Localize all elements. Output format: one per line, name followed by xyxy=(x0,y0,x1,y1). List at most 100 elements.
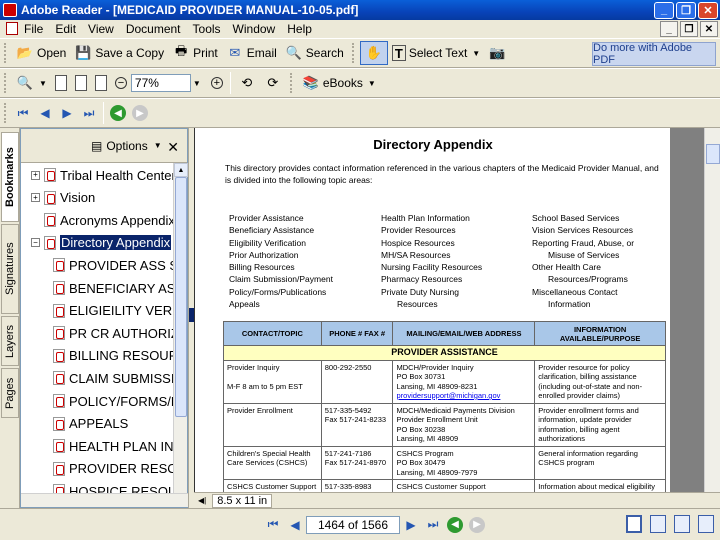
expand-icon[interactable]: + xyxy=(31,193,40,203)
bookmark-item[interactable]: PROVIDER RESC xyxy=(53,458,175,480)
bookmark-horizontal-scrollbar[interactable] xyxy=(21,493,189,507)
restore-button[interactable]: ❐ xyxy=(676,1,696,19)
toolbar-grip[interactable] xyxy=(289,73,294,93)
adobe-pdf-button[interactable]: Do more with Adobe PDF xyxy=(592,42,716,66)
topic-item: Resources xyxy=(397,299,438,310)
scrollbar-thumb[interactable] xyxy=(175,177,187,417)
rotate-left-button[interactable]: ⟲ xyxy=(234,71,260,95)
table-cell-info: General information regarding CSHCS prog… xyxy=(534,445,666,480)
bookmark-item[interactable]: BENEFICIARY AS xyxy=(53,277,175,299)
bookmark-item[interactable]: POLICY/FORMS/F xyxy=(53,390,175,412)
zoom-out-button[interactable]: − xyxy=(111,71,131,95)
close-pane-icon[interactable]: ✕ xyxy=(167,139,179,156)
document-vertical-scrollbar[interactable] xyxy=(704,128,720,492)
scroll-up-icon[interactable]: ▲ xyxy=(174,163,188,177)
previous-view-button[interactable]: ◀ xyxy=(447,516,463,533)
previous-page-button[interactable]: ◀ xyxy=(34,103,56,123)
doc-minimize-button[interactable]: _ xyxy=(660,21,678,37)
first-page-button[interactable]: ⏮ xyxy=(262,515,284,535)
zoom-in-icon: 🔍 xyxy=(16,75,34,90)
search-button[interactable]: 🔍 Search xyxy=(281,41,348,65)
last-page-button[interactable]: ⏭ xyxy=(422,515,444,535)
tab-bookmarks[interactable]: Bookmarks xyxy=(1,132,19,222)
scrollbar-thumb[interactable] xyxy=(706,144,720,164)
next-view-button[interactable]: ▶ xyxy=(469,516,485,533)
page-number-field[interactable]: 1464 of 1566 xyxy=(306,515,400,534)
bookmark-label: PROVIDER RESC xyxy=(69,461,175,477)
actual-size-button[interactable] xyxy=(51,71,71,95)
doc-restore-button[interactable]: ❐ xyxy=(680,21,698,37)
fit-page-button[interactable] xyxy=(71,71,91,95)
toolbar-grip[interactable] xyxy=(4,103,8,123)
document-icon[interactable] xyxy=(6,22,18,35)
previous-view-button[interactable]: ◀ xyxy=(110,105,126,121)
menu-document[interactable]: Document xyxy=(126,22,181,36)
zoom-in-button[interactable]: + xyxy=(207,71,227,95)
hand-tool-button[interactable]: ✋ xyxy=(359,41,388,65)
doc-close-button[interactable]: ✕ xyxy=(700,21,718,37)
print-button[interactable]: 🖶 Print xyxy=(168,41,222,65)
next-page-button[interactable]: ▶ xyxy=(400,515,422,535)
bookmark-item[interactable]: PROVIDER ASS S xyxy=(53,254,175,276)
last-page-button[interactable]: ⏭ xyxy=(78,103,100,123)
save-copy-button[interactable]: 💾 Save a Copy xyxy=(70,41,168,65)
close-button[interactable]: ✕ xyxy=(698,1,718,19)
menu-view[interactable]: View xyxy=(88,22,114,36)
toolbar-grip[interactable] xyxy=(4,43,8,63)
menu-tools[interactable]: Tools xyxy=(193,22,221,36)
expand-icon[interactable]: + xyxy=(31,170,40,180)
select-text-button[interactable]: T Select Text ▼ xyxy=(388,41,484,65)
tab-signatures[interactable]: Signatures xyxy=(1,224,19,314)
menu-file[interactable]: File xyxy=(24,22,43,36)
bookmark-item[interactable]: CLAIM SUBMISSI xyxy=(53,367,174,389)
bookmark-item[interactable]: + Vision xyxy=(31,187,95,209)
single-page-layout-icon[interactable] xyxy=(626,515,642,533)
email-link[interactable]: providersupport@michigan.gov xyxy=(396,391,500,400)
chevron-down-icon[interactable]: ▼ xyxy=(39,79,47,88)
ebooks-button[interactable]: 📚 eBooks ▼ xyxy=(298,71,380,95)
rotate-right-button[interactable]: ⟳ xyxy=(260,71,286,95)
bookmark-item[interactable]: − Directory Appendix xyxy=(31,232,172,254)
bookmark-item[interactable]: BILLING RESOUR xyxy=(53,345,175,367)
tab-layers[interactable]: Layers xyxy=(1,316,19,366)
bookmark-item[interactable]: Acronyms Appendix xyxy=(31,209,175,231)
facing-layout-icon[interactable] xyxy=(674,515,690,533)
zoom-tool-button[interactable]: 🔍 ▼ xyxy=(12,71,51,95)
toolbar-grip[interactable] xyxy=(4,73,8,93)
topic-item: Beneficiary Assistance xyxy=(229,225,315,236)
topic-item: Other Health Care xyxy=(532,262,601,273)
menu-help[interactable]: Help xyxy=(287,22,312,36)
zoom-dropdown-icon[interactable]: ▼ xyxy=(193,79,201,88)
next-page-button[interactable]: ▶ xyxy=(56,103,78,123)
collapse-icon[interactable]: − xyxy=(31,238,40,248)
table-cell-topic: Provider Inquiry M-F 8 am to 5 pm EST xyxy=(223,359,322,404)
chevron-down-icon[interactable]: ▼ xyxy=(472,49,480,58)
first-page-button[interactable]: ⏮ xyxy=(12,103,34,123)
bookmark-item[interactable]: HOSPICE RESOU xyxy=(53,480,175,493)
bookmark-item[interactable]: APPEALS xyxy=(53,413,128,435)
menu-edit[interactable]: Edit xyxy=(55,22,76,36)
options-button[interactable]: Options xyxy=(106,139,147,153)
open-button[interactable]: 📂 Open xyxy=(12,41,70,65)
bookmark-item[interactable]: PR CR AUTHORIZ xyxy=(53,322,175,344)
bookmark-item[interactable]: HEALTH PLAN INI xyxy=(53,435,175,457)
next-view-button[interactable]: ▶ xyxy=(132,105,148,121)
chevron-down-icon[interactable]: ▼ xyxy=(154,141,162,150)
bookmark-vertical-scrollbar[interactable]: ▲ ▼ xyxy=(173,163,188,507)
previous-page-button[interactable]: ◀ xyxy=(284,515,306,535)
bookmark-item[interactable]: + Tribal Health Centers xyxy=(31,164,175,186)
snapshot-button[interactable]: 📷 xyxy=(484,41,510,65)
tab-pages[interactable]: Pages xyxy=(1,368,19,418)
continuous-layout-icon[interactable] xyxy=(650,515,666,533)
zoom-level-field[interactable]: 77% xyxy=(130,74,191,92)
fit-width-button[interactable] xyxy=(91,71,111,95)
minimize-button[interactable]: _ xyxy=(654,1,674,19)
email-button[interactable]: ✉ Email xyxy=(222,41,281,65)
menu-window[interactable]: Window xyxy=(233,22,276,36)
bookmark-icon xyxy=(44,213,56,228)
continuous-facing-layout-icon[interactable] xyxy=(698,515,714,533)
chevron-down-icon[interactable]: ▼ xyxy=(368,79,376,88)
scroll-left-icon[interactable]: ◀| xyxy=(198,496,206,505)
toolbar-grip[interactable] xyxy=(351,43,356,63)
bookmark-item[interactable]: ELIGIEILITY VERI xyxy=(53,300,175,322)
